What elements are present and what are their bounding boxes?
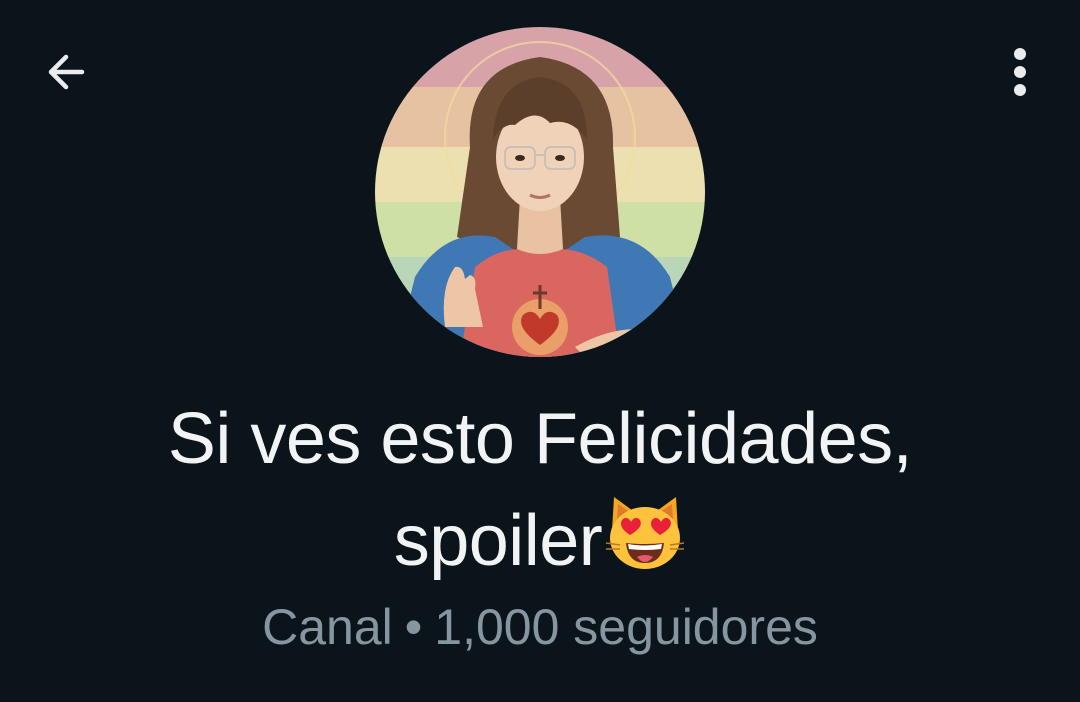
channel-type-label: Canal <box>262 599 393 655</box>
channel-meta: Canal • 1,000 seguidores <box>0 596 1080 658</box>
channel-name-text: Si ves esto Felicidades, spoiler <box>167 399 913 581</box>
more-vertical-icon <box>1014 48 1026 96</box>
channel-avatar[interactable] <box>375 27 705 357</box>
back-button[interactable] <box>36 44 96 100</box>
channel-avatar-photo <box>375 27 705 357</box>
arrow-left-icon <box>48 54 85 90</box>
channel-name: Si ves esto Felicidades, spoiler <box>60 388 1020 592</box>
smiling-cat-heart-eyes-icon <box>604 491 686 573</box>
more-options-button[interactable] <box>1000 42 1040 102</box>
meta-separator: • <box>404 599 423 655</box>
channel-info-screen: Si ves esto Felicidades, spoiler Canal • 1… <box>0 0 1080 702</box>
followers-count[interactable]: 1,000 seguidores <box>434 599 818 655</box>
